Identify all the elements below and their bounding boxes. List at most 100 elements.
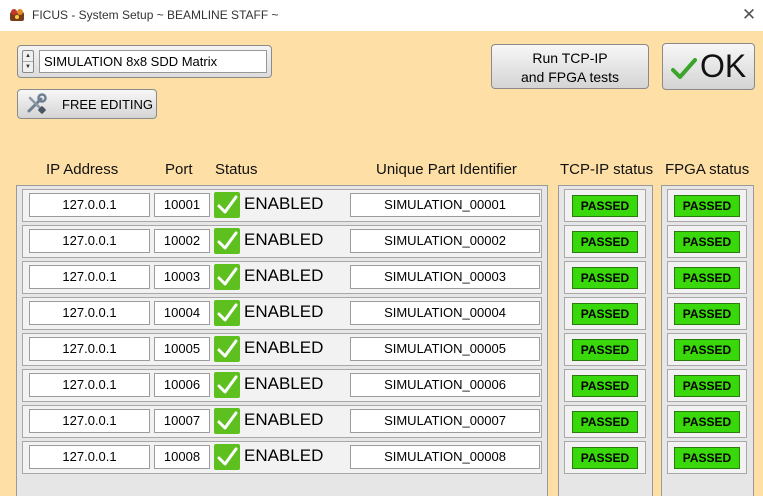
checkmark-icon[interactable]: [214, 264, 240, 290]
port-field[interactable]: 10006: [154, 373, 210, 397]
tcp-passed-indicator: PASSED: [572, 339, 638, 361]
status-label: ENABLED: [244, 410, 324, 429]
uid-field[interactable]: SIMULATION_00005: [350, 337, 540, 361]
ip-address-field[interactable]: 127.0.0.1: [29, 229, 150, 253]
spin-down-icon[interactable]: ▼: [23, 62, 33, 73]
tcp-status-cell: PASSED: [564, 405, 646, 438]
tcp-status-cell: PASSED: [564, 297, 646, 330]
checkmark-icon[interactable]: [214, 372, 240, 398]
tcp-status-cell: PASSED: [564, 225, 646, 258]
checkmark-icon[interactable]: [214, 192, 240, 218]
tcp-status-cell: PASSED: [564, 261, 646, 294]
status-label: ENABLED: [244, 302, 324, 321]
fpga-status-cell: PASSED: [667, 405, 747, 438]
table-row: 127.0.0.1 10001 ENABLED SIMULATION_00001: [22, 189, 542, 222]
run-tests-button[interactable]: Run TCP-IP and FPGA tests: [491, 44, 649, 89]
wrench-screwdriver-icon: [27, 93, 47, 114]
ip-address-field[interactable]: 127.0.0.1: [29, 193, 150, 217]
fpga-passed-indicator: PASSED: [674, 195, 740, 217]
uid-field[interactable]: SIMULATION_00003: [350, 265, 540, 289]
ip-address-field[interactable]: 127.0.0.1: [29, 337, 150, 361]
ip-address-header: IP Address: [46, 161, 119, 178]
mode-spinner[interactable]: ▲ ▼: [22, 50, 34, 73]
table-row: 127.0.0.1 10006 ENABLED SIMULATION_00006: [22, 369, 542, 402]
port-field[interactable]: 10004: [154, 301, 210, 325]
free-editing-label: FREE EDITING: [62, 97, 154, 112]
checkmark-icon[interactable]: [214, 408, 240, 434]
fpga-status-cell: PASSED: [667, 225, 747, 258]
window-title: FICUS - System Setup ~ BEAMLINE STAFF ~: [32, 8, 279, 22]
device-table: 127.0.0.1 10001 ENABLED SIMULATION_00001 127…: [16, 185, 548, 496]
tcp-status-column: PASSED PASSED PASSED PASSED PASSED PASSED PASS…: [558, 185, 653, 496]
tcp-passed-indicator: PASSED: [572, 267, 638, 289]
tcp-status-header: TCP-IP status: [560, 161, 654, 178]
status-label: ENABLED: [244, 338, 324, 357]
table-row: 127.0.0.1 10007 ENABLED SIMULATION_00007: [22, 405, 542, 438]
uid-field[interactable]: SIMULATION_00008: [350, 445, 540, 469]
uid-field[interactable]: SIMULATION_00004: [350, 301, 540, 325]
tcp-passed-indicator: PASSED: [572, 195, 638, 217]
table-row: 127.0.0.1 10002 ENABLED SIMULATION_00002: [22, 225, 542, 258]
tcp-status-cell: PASSED: [564, 369, 646, 402]
tcp-passed-indicator: PASSED: [572, 447, 638, 469]
ok-button[interactable]: OK: [662, 43, 755, 90]
port-field[interactable]: 10007: [154, 409, 210, 433]
port-header: Port: [165, 161, 193, 178]
tcp-passed-indicator: PASSED: [572, 375, 638, 397]
table-row: 127.0.0.1 10005 ENABLED SIMULATION_00005: [22, 333, 542, 366]
checkmark-icon[interactable]: [214, 300, 240, 326]
status-label: ENABLED: [244, 446, 324, 465]
fpga-passed-indicator: PASSED: [674, 267, 740, 289]
ip-address-field[interactable]: 127.0.0.1: [29, 301, 150, 325]
uid-field[interactable]: SIMULATION_00001: [350, 193, 540, 217]
tcp-passed-indicator: PASSED: [572, 411, 638, 433]
uid-field[interactable]: SIMULATION_00002: [350, 229, 540, 253]
free-editing-button[interactable]: FREE EDITING: [17, 89, 157, 119]
ip-address-field[interactable]: 127.0.0.1: [29, 373, 150, 397]
tcp-status-cell: PASSED: [564, 441, 646, 474]
fpga-passed-indicator: PASSED: [674, 447, 740, 469]
ficus-app-icon: [10, 9, 24, 21]
port-field[interactable]: 10005: [154, 337, 210, 361]
uid-field[interactable]: SIMULATION_00006: [350, 373, 540, 397]
port-field[interactable]: 10003: [154, 265, 210, 289]
checkmark-icon[interactable]: [214, 228, 240, 254]
checkmark-icon[interactable]: [214, 336, 240, 362]
tcp-passed-indicator: PASSED: [572, 303, 638, 325]
port-field[interactable]: 10001: [154, 193, 210, 217]
ip-address-field[interactable]: 127.0.0.1: [29, 409, 150, 433]
port-field[interactable]: 10008: [154, 445, 210, 469]
tcp-status-cell: PASSED: [564, 189, 646, 222]
mode-selector[interactable]: ▲ ▼ SIMULATION 8x8 SDD Matrix: [17, 45, 272, 78]
fpga-status-cell: PASSED: [667, 297, 747, 330]
title-bar: FICUS - System Setup ~ BEAMLINE STAFF ~ …: [0, 0, 763, 31]
fpga-status-cell: PASSED: [667, 441, 747, 474]
fpga-status-cell: PASSED: [667, 333, 747, 366]
run-tests-label-line1: Run TCP-IP: [532, 50, 608, 66]
fpga-status-header: FPGA status: [665, 161, 750, 178]
uid-header: Unique Part Identifier: [376, 161, 517, 178]
status-label: ENABLED: [244, 194, 324, 213]
green-checkmark-icon: [671, 58, 697, 79]
status-header: Status: [215, 161, 258, 178]
fpga-passed-indicator: PASSED: [674, 411, 740, 433]
spin-up-icon[interactable]: ▲: [23, 51, 33, 62]
checkmark-icon[interactable]: [214, 444, 240, 470]
status-label: ENABLED: [244, 374, 324, 393]
table-row: 127.0.0.1 10003 ENABLED SIMULATION_00003: [22, 261, 542, 294]
ip-address-field[interactable]: 127.0.0.1: [29, 445, 150, 469]
port-field[interactable]: 10002: [154, 229, 210, 253]
system-setup-panel: ▲ ▼ SIMULATION 8x8 SDD Matrix FREE EDITI…: [0, 31, 763, 496]
fpga-status-cell: PASSED: [667, 369, 747, 402]
tcp-status-cell: PASSED: [564, 333, 646, 366]
status-label: ENABLED: [244, 230, 324, 249]
fpga-passed-indicator: PASSED: [674, 339, 740, 361]
fpga-passed-indicator: PASSED: [674, 375, 740, 397]
tcp-passed-indicator: PASSED: [572, 231, 638, 253]
uid-field[interactable]: SIMULATION_00007: [350, 409, 540, 433]
fpga-status-column: PASSED PASSED PASSED PASSED PASSED PASSED PASS…: [661, 185, 754, 496]
ip-address-field[interactable]: 127.0.0.1: [29, 265, 150, 289]
mode-value[interactable]: SIMULATION 8x8 SDD Matrix: [39, 50, 267, 73]
table-row: 127.0.0.1 10004 ENABLED SIMULATION_00004: [22, 297, 542, 330]
close-button[interactable]: ✕: [736, 3, 762, 27]
